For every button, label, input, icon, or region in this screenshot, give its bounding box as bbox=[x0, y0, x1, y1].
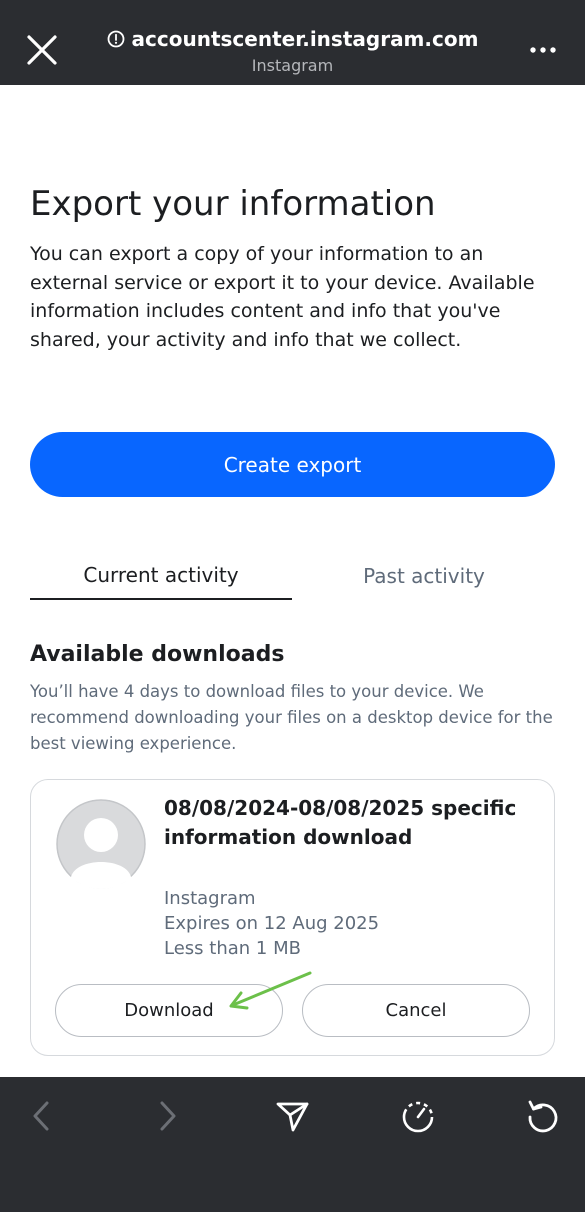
download-title: 08/08/2024-08/08/2025 specific informati… bbox=[164, 796, 517, 849]
available-downloads-description: You’ll have 4 days to download files to … bbox=[30, 682, 553, 753]
page-title: Export your information bbox=[30, 184, 436, 224]
stopwatch-icon[interactable] bbox=[400, 1098, 436, 1134]
send-icon[interactable] bbox=[274, 1098, 310, 1134]
address-bar[interactable]: accountscenter.instagram.com bbox=[0, 24, 585, 54]
annotation-arrow-icon bbox=[229, 971, 312, 1010]
download-size: Less than 1 MB bbox=[164, 938, 301, 959]
info-icon bbox=[107, 30, 124, 48]
browser-top-bar: accountscenter.instagram.com Instagram bbox=[0, 0, 585, 85]
url-text: accountscenter.instagram.com bbox=[131, 27, 479, 51]
tab-current-activity[interactable]: Current activity bbox=[30, 552, 292, 600]
chevron-left-icon[interactable] bbox=[23, 1098, 59, 1134]
download-card: 08/08/2024-08/08/2025 specific informati… bbox=[30, 779, 555, 1056]
reload-icon[interactable] bbox=[525, 1098, 561, 1134]
intro-text: You can export a copy of your informatio… bbox=[30, 243, 535, 351]
available-downloads-heading: Available downloads bbox=[30, 642, 285, 667]
more-icon[interactable] bbox=[526, 40, 560, 60]
avatar bbox=[56, 799, 146, 889]
chevron-right-icon[interactable] bbox=[150, 1098, 186, 1134]
download-expiry: Expires on 12 Aug 2025 bbox=[164, 913, 380, 934]
browser-bottom-bar bbox=[0, 1077, 585, 1212]
activity-tabs: Current activity Past activity bbox=[30, 552, 555, 602]
export-information-page: accountscenter.instagram.com Instagram E… bbox=[0, 0, 585, 1212]
tab-past-activity[interactable]: Past activity bbox=[293, 552, 555, 600]
site-name: Instagram bbox=[251, 56, 334, 75]
create-export-button[interactable]: Create export bbox=[30, 432, 555, 497]
cancel-button[interactable]: Cancel bbox=[302, 984, 530, 1037]
download-source: Instagram bbox=[164, 888, 256, 909]
